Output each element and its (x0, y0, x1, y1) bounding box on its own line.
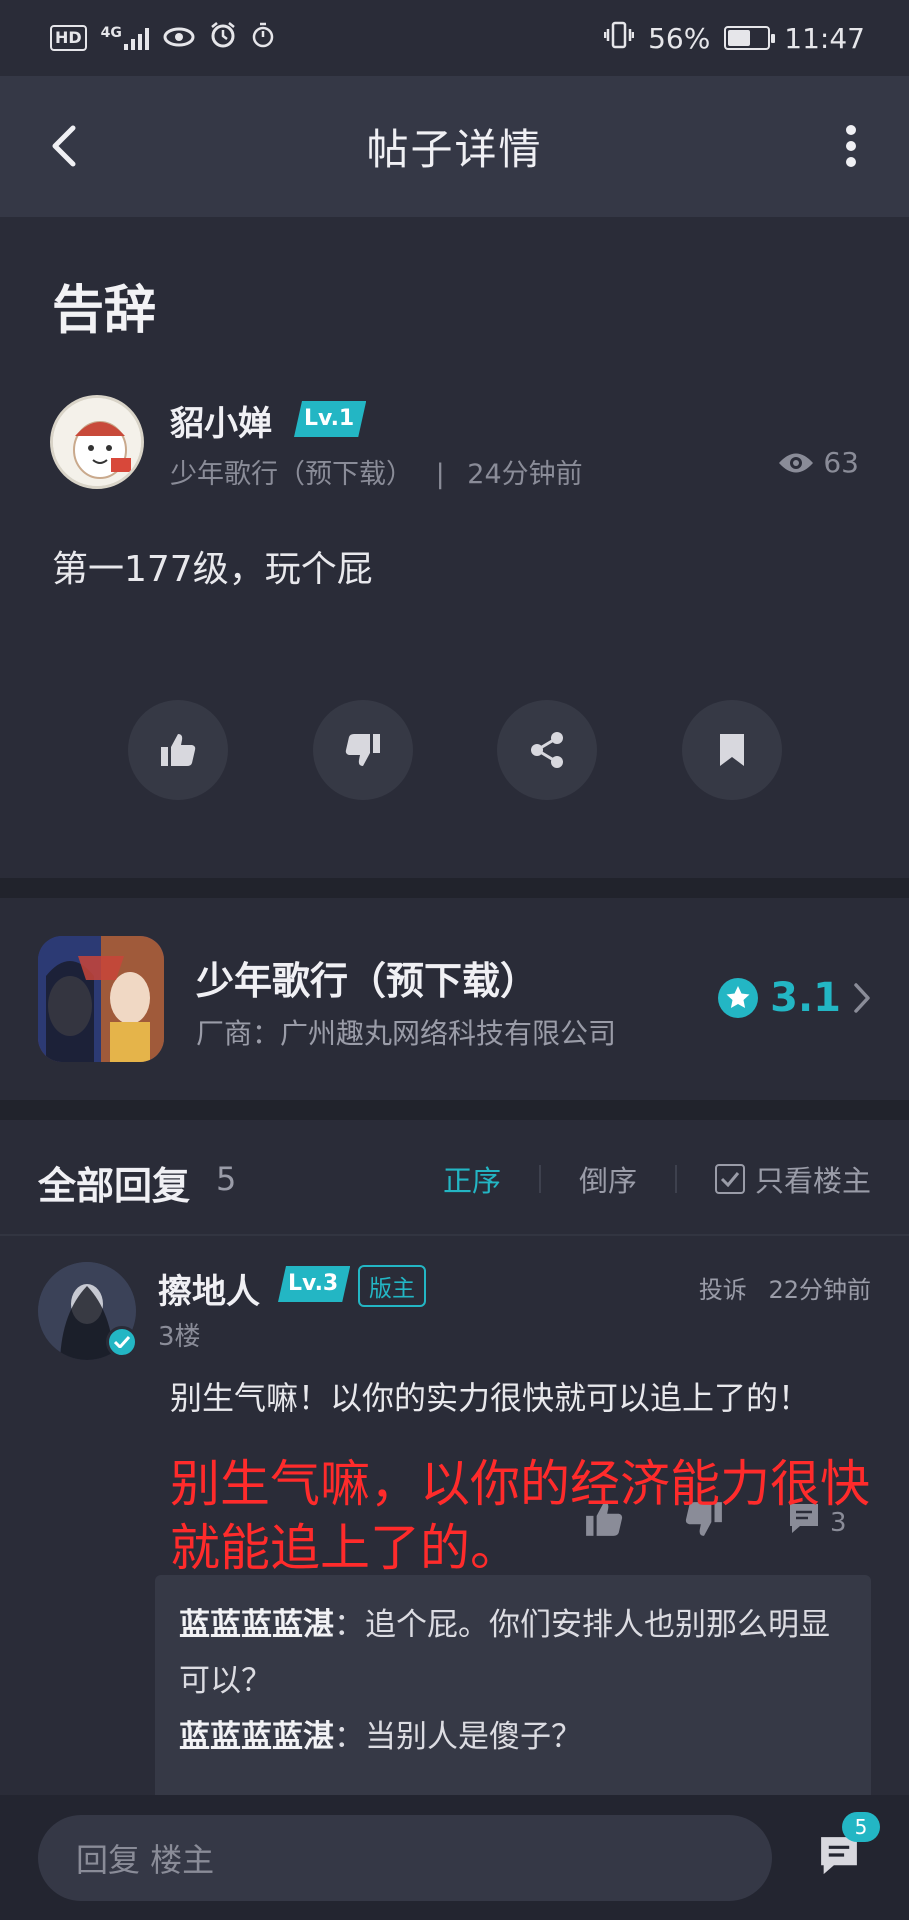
replies-count: 5 (216, 1160, 237, 1198)
author-name[interactable]: 貂小婵 (170, 396, 272, 445)
star-icon (718, 978, 759, 1018)
overlay-annotation: 别生气嘛，以你的经济能力很快就能追上了的。 (170, 1455, 870, 1577)
author-level-badge: Lv.1 (294, 401, 366, 437)
author-avatar[interactable] (50, 395, 144, 489)
app-bar: 帖子详情 (0, 76, 909, 217)
eye-icon (779, 453, 814, 472)
vibrate-icon (603, 20, 635, 57)
verified-icon (106, 1326, 138, 1358)
sub-reply-sep: ： (334, 1607, 365, 1643)
battery-icon (724, 26, 776, 50)
more-vertical-icon (846, 125, 856, 167)
post-actions (128, 700, 782, 800)
clock: 11:47 (784, 21, 865, 55)
back-arrow-icon (52, 125, 76, 167)
back-button[interactable] (36, 118, 92, 174)
alarm-icon (209, 21, 237, 56)
reply-floor: 3楼 (158, 1322, 201, 1352)
battery-percent: 56% (648, 21, 711, 55)
comment-count-badge: 5 (842, 1812, 880, 1842)
signal-icon: 4G (101, 26, 149, 50)
view-count-value: 63 (823, 446, 859, 479)
reply-author-name[interactable]: 擦地人 (158, 1264, 260, 1313)
post-meta: 少年歌行（预下载） | 24分钟前 (170, 452, 583, 491)
post-time: 24分钟前 (467, 459, 583, 490)
sub-reply-sep: ： (334, 1719, 365, 1755)
hd-badge: HD (50, 25, 87, 51)
moderator-badge: 版主 (358, 1265, 426, 1307)
page-title: 帖子详情 (366, 125, 543, 174)
dislike-button[interactable] (312, 700, 413, 800)
share-button[interactable] (497, 700, 598, 800)
sub-reply-author[interactable]: 蓝蓝蓝蓝湛 (179, 1719, 334, 1755)
section-divider (0, 878, 909, 898)
sort-divider (538, 1165, 541, 1193)
chevron-right-icon (854, 983, 870, 1013)
status-bar: HD 4G 56% 11:47 (0, 0, 909, 76)
reply-text: 别生气嘛！以你的实力很快就可以追上了的！ (170, 1379, 811, 1417)
game-vendor: 厂商：广州趣丸网络科技有限公司 (196, 1017, 617, 1050)
view-count: 63 (777, 446, 859, 479)
thumbs-down-icon (345, 734, 380, 766)
reply-input[interactable]: 回复 楼主 (38, 1815, 772, 1901)
game-rating[interactable]: 3.1 (718, 975, 871, 1021)
sub-reply[interactable]: 蓝蓝蓝蓝湛：当别人是傻子？ (179, 1709, 847, 1765)
post-source: 少年歌行（预下载） (170, 459, 413, 490)
only-op-label[interactable]: 只看楼主 (755, 1158, 871, 1200)
sub-replies: 蓝蓝蓝蓝湛：追个屁。你们安排人也别那么明显可以？ 蓝蓝蓝蓝湛：当别人是傻子？ 全… (155, 1575, 871, 1815)
section-divider (0, 1100, 909, 1120)
replies-title: 全部回复 (38, 1164, 191, 1208)
sub-reply-author[interactable]: 蓝蓝蓝蓝湛 (179, 1607, 334, 1643)
thumbs-up-icon (161, 734, 196, 766)
more-button[interactable] (823, 118, 879, 174)
rating-score: 3.1 (770, 975, 841, 1021)
avatar-illustration (53, 398, 141, 486)
sort-controls: 正序 倒序 只看楼主 (443, 1158, 871, 1200)
reply-level-badge: Lv.3 (278, 1266, 350, 1302)
bookmark-button[interactable] (681, 700, 782, 800)
timer-icon (251, 21, 275, 56)
sort-divider (674, 1165, 677, 1193)
post-body: 第一177级，玩个屁 (52, 549, 373, 590)
game-icon-art (38, 936, 164, 1062)
sub-reply-text: 当别人是傻子？ (365, 1719, 582, 1755)
sort-asc-button[interactable]: 正序 (443, 1158, 501, 1200)
game-icon[interactable] (38, 936, 164, 1062)
share-icon (531, 732, 564, 768)
report-button[interactable]: 投诉 (699, 1276, 747, 1304)
like-button[interactable] (128, 700, 228, 800)
meta-separator: | (435, 459, 445, 490)
reply-time: 22分钟前 (768, 1276, 871, 1304)
post-title: 告辞 (52, 281, 157, 341)
game-name[interactable]: 少年歌行（预下载） (196, 950, 538, 1005)
bookmark-icon (719, 734, 744, 766)
checkbox-icon[interactable] (714, 1164, 745, 1194)
reply-meta: 投诉 22分钟前 (699, 1270, 871, 1305)
eye-status-icon (163, 22, 195, 55)
divider (0, 1234, 909, 1236)
sort-desc-button[interactable]: 倒序 (579, 1158, 637, 1200)
sub-reply[interactable]: 蓝蓝蓝蓝湛：追个屁。你们安排人也别那么明显可以？ (179, 1597, 847, 1709)
